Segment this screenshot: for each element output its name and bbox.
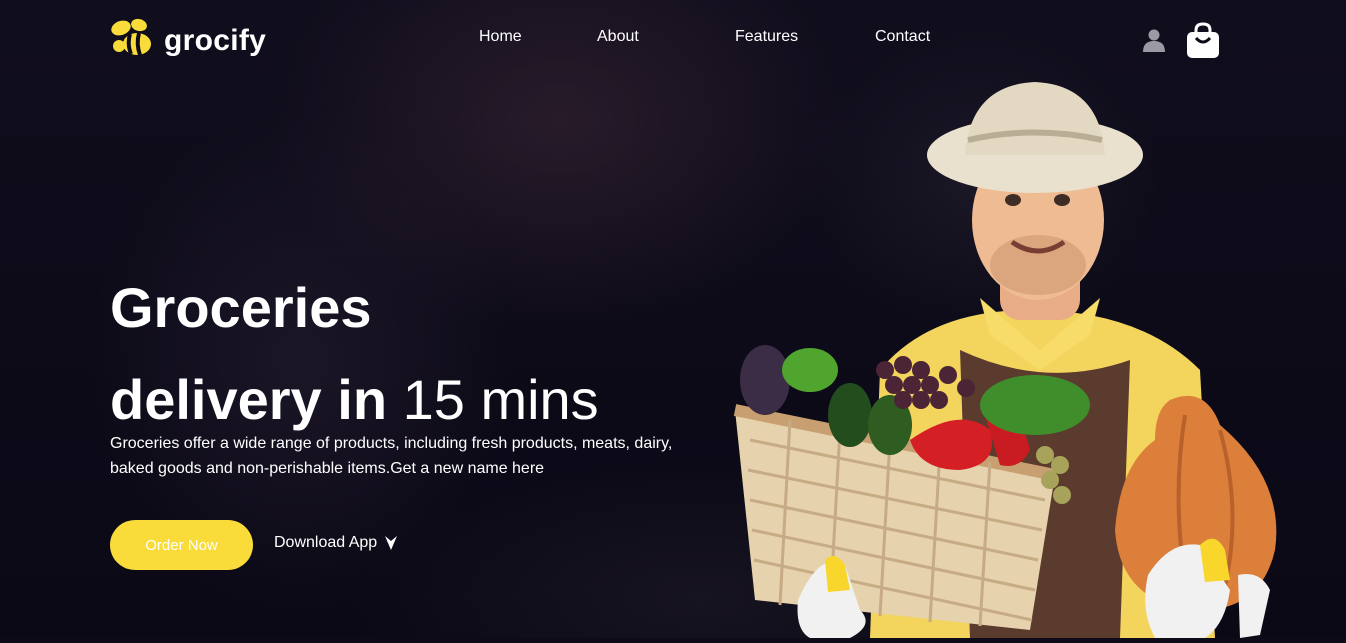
nav-link-about[interactable]: About [597, 28, 639, 46]
shopping-bag-icon[interactable] [1186, 22, 1220, 63]
download-app-label: Download App [274, 534, 378, 551]
nav-link-features[interactable]: Features [735, 28, 798, 46]
download-app-button[interactable]: Download App [274, 534, 398, 552]
hero-title-line1: Groceries [110, 276, 372, 339]
nav-link-home[interactable]: Home [479, 28, 522, 46]
nav-actions [1142, 22, 1220, 63]
hero-title-line2-normal: 15 mins [402, 368, 599, 431]
hero-title-line2-bold: delivery in [110, 368, 388, 431]
user-icon[interactable] [1142, 28, 1166, 57]
hero-title: Groceries delivery in 15 mins [110, 262, 599, 446]
hero-description: Groceries offer a wide range of products… [110, 435, 673, 477]
nav-link-contact[interactable]: Contact [875, 28, 930, 46]
arrow-down-icon [384, 535, 398, 551]
hero-image [700, 70, 1346, 638]
order-now-button[interactable]: Order Now [110, 520, 253, 570]
